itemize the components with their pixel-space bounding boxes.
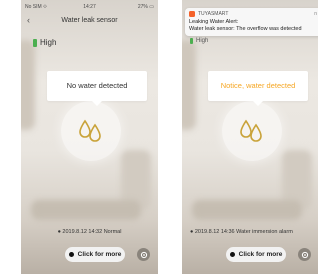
battery-level: High <box>33 38 56 47</box>
battery-status: 27% ▭ <box>137 4 154 10</box>
tuya-app-icon <box>189 11 195 17</box>
battery-icon <box>33 38 37 47</box>
more-dot-icon <box>68 252 74 257</box>
screenshot-stage: No SIM ⟐ 14:27 27% ▭ ‹ Water leak sensor… <box>0 0 318 274</box>
more-button-label: Click for more <box>238 251 283 258</box>
right-phone-screen: High TUYASMART n Leaking Water Alert: Wa… <box>182 0 318 274</box>
clock: 14:27 <box>83 4 96 10</box>
status-bar: No SIM ⟐ 14:27 27% ▭ <box>25 4 154 12</box>
status-message: Notice, water detected <box>208 71 308 106</box>
page-title: Water leak sensor <box>61 17 118 24</box>
notification-body: Water leak sensor: The overflow was dete… <box>189 26 302 32</box>
left-phone-screen: No SIM ⟐ 14:27 27% ▭ ‹ Water leak sensor… <box>21 0 158 274</box>
more-button-label: Click for more <box>77 251 122 258</box>
last-event: ● 2019.8.12 14:32 Normal <box>57 229 122 235</box>
water-drops-icon <box>79 119 101 142</box>
nav-bar: ‹ Water leak sensor <box>21 14 158 28</box>
last-event: ● 2019.8.12 14:36 Water immersion alarm <box>190 229 293 235</box>
battery-level-label: High <box>196 38 209 44</box>
push-notification[interactable]: TUYASMART n Leaking Water Alert: Water l… <box>185 8 318 36</box>
battery-level: High <box>190 38 208 44</box>
settings-icon <box>140 251 147 258</box>
notification-title: Leaking Water Alert: <box>189 19 239 25</box>
more-dot-icon <box>229 252 235 257</box>
battery-icon <box>190 38 193 44</box>
notification-app-name: TUYASMART <box>198 11 229 17</box>
water-drops-icon <box>240 119 262 142</box>
battery-level-label: High <box>40 38 57 47</box>
sensor-state-circle <box>222 101 282 161</box>
settings-icon <box>301 251 308 258</box>
notification-time: n <box>314 11 317 17</box>
sensor-state-circle <box>61 101 121 161</box>
settings-button[interactable] <box>137 248 150 261</box>
click-for-more-button[interactable]: Click for more <box>226 247 286 262</box>
status-message: No water detected <box>47 71 147 106</box>
notification-header: TUYASMART <box>189 11 228 17</box>
settings-button[interactable] <box>298 248 311 261</box>
click-for-more-button[interactable]: Click for more <box>65 247 125 262</box>
